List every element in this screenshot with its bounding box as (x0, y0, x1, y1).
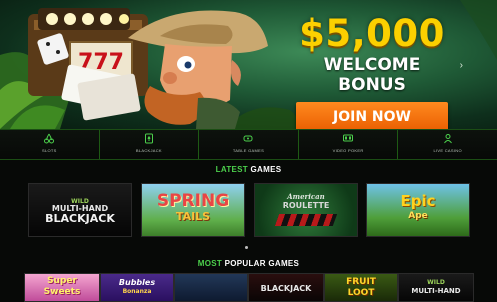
promo-block: $5,000 WELCOME BONUS JOIN NOW (287, 14, 457, 129)
join-now-button[interactable]: JOIN NOW (296, 102, 448, 129)
hero-banner[interactable]: 777 $5,000 WELCOME BONUS JOIN NOW › (0, 0, 497, 129)
game-tile-wild-multihand-blackjack[interactable]: WILD MULTI-HAND BLACKJACK (28, 183, 132, 237)
latest-games-heading: LATEST GAMES (215, 165, 282, 174)
bonus-amount: $5,000 (299, 12, 445, 55)
carousel-next-icon[interactable]: › (460, 60, 463, 71)
game-tile-fruit-loot[interactable]: FRUIT LOOT (324, 273, 398, 302)
nav-label: SLOTS (41, 148, 57, 153)
game-tile-popular-3[interactable] (174, 273, 248, 302)
nav-label: BLACKJACK (135, 148, 162, 153)
game-tile-epic-ape[interactable]: Epic Ape (366, 183, 470, 237)
category-nav: SLOTS BLACKJACK TABLE GAMES VIDEO POKER … (0, 129, 497, 160)
live-dealer-icon (443, 134, 452, 144)
nav-item-video-poker[interactable]: VIDEO POKER (297, 130, 398, 159)
game-tile-super-sweets[interactable]: Super Sweets (24, 273, 100, 302)
cherry-icon (44, 133, 55, 144)
nav-item-blackjack[interactable]: BLACKJACK (98, 130, 199, 159)
game-tile-bubbles-bonanza[interactable]: Bubbles Bonanza (100, 273, 174, 302)
game-tile-wild-multihand[interactable]: WILD MULTI-HAND (398, 273, 474, 302)
popular-games-heading: MOST POPULAR GAMES (197, 259, 300, 268)
nav-label: TABLE GAMES (232, 148, 265, 153)
nav-label: VIDEO POKER (332, 148, 364, 153)
video-poker-icon (343, 134, 354, 142)
nav-label: LIVE CASINO (433, 148, 462, 153)
spade-card-icon (144, 133, 153, 144)
nav-item-live-casino[interactable]: LIVE CASINO (397, 130, 497, 159)
game-tile-american-roulette[interactable]: American ROULETTE (254, 183, 358, 237)
nav-item-slots[interactable]: SLOTS (0, 130, 99, 159)
bonus-subtitle: WELCOME BONUS (323, 55, 421, 95)
table-icon (243, 135, 253, 142)
nav-item-table-games[interactable]: TABLE GAMES (198, 130, 298, 159)
roulette-strip (274, 214, 338, 226)
game-tile-blackjack[interactable]: BLACKJACK (248, 273, 324, 302)
carousel-dot[interactable] (245, 246, 248, 249)
game-tile-spring-tails[interactable]: SPRING TAILS (141, 183, 245, 237)
